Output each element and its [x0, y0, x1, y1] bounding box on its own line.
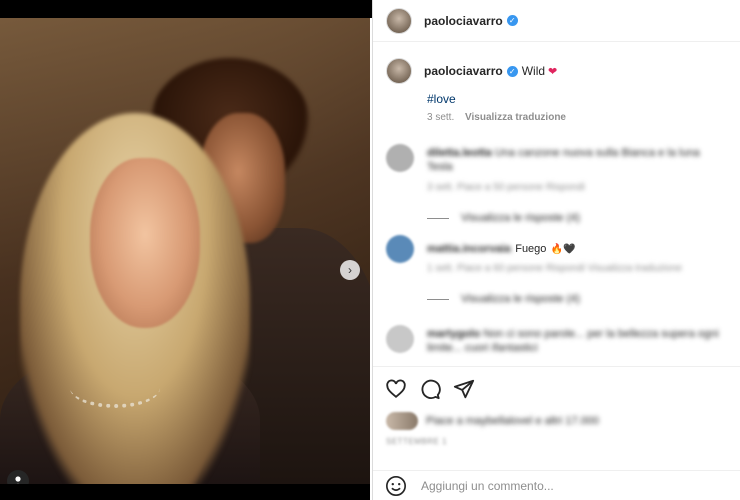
instagram-post-window: › paolociavarro ✓ paolociavarro ✓ Wild ❤…: [0, 0, 740, 500]
post-side-panel: paolociavarro ✓ paolociavarro ✓ Wild ❤ #…: [372, 0, 740, 500]
post-photo[interactable]: ›: [0, 18, 370, 484]
verified-badge-icon: ✓: [506, 65, 518, 77]
translate-link[interactable]: Visualizza traduzione: [465, 112, 566, 123]
user-icon: [15, 476, 21, 484]
avatar[interactable]: [386, 7, 412, 34]
post-actions: [373, 366, 740, 410]
heart-emoji-icon: ❤: [548, 65, 558, 78]
caption: paolociavarro ✓ Wild ❤: [386, 58, 731, 84]
comment-text: martygolo Non ci sono parole... per la b…: [427, 328, 719, 354]
caption-username[interactable]: paolociavarro: [424, 64, 503, 78]
avatar[interactable]: [386, 58, 412, 84]
comment-text: mattia.incorvaia Fuego 🔥🖤: [427, 243, 576, 255]
caption-meta: 3 sett. Visualizza traduzione: [427, 112, 566, 123]
comment-meta: 1 sett. Piace a 60 persone Rispondi Visu…: [427, 263, 682, 274]
comment-item: mattia.incorvaia Fuego 🔥🖤 1 sett. Piace …: [386, 235, 736, 315]
avatar[interactable]: [386, 144, 414, 172]
add-comment-bar: [373, 470, 740, 500]
carousel-next-button[interactable]: ›: [340, 260, 360, 280]
liked-by-avatars: [386, 412, 418, 430]
post-date: SETTEMBRE 1: [386, 437, 448, 446]
post-header: paolociavarro ✓: [373, 0, 740, 42]
header-username[interactable]: paolociavarro: [424, 14, 503, 28]
heart-icon[interactable]: [385, 378, 407, 400]
avatar[interactable]: [386, 235, 414, 263]
share-icon[interactable]: [453, 378, 475, 400]
view-replies-link[interactable]: Visualizza le risposte (4): [427, 212, 580, 224]
chevron-right-icon: ›: [348, 263, 352, 277]
likes-summary[interactable]: Piace a maybellalovel e altri 17.000: [386, 412, 599, 430]
verified-badge-icon: ✓: [506, 15, 518, 26]
post-time: 3 sett.: [427, 112, 455, 123]
comment-meta: 3 sett. Piace a 50 persone Rispondi: [427, 182, 585, 193]
bottom-black-bar: [0, 484, 370, 500]
comment-icon[interactable]: [419, 378, 441, 400]
comment-item: diletta.leotta Una canzone nuova sulla B…: [386, 138, 736, 224]
hashtag-link[interactable]: #love: [427, 92, 456, 106]
comments-list: diletta.leotta Una canzone nuova sulla B…: [386, 138, 736, 375]
comment-input[interactable]: [421, 478, 671, 493]
likes-text[interactable]: Piace a maybellalovel e altri 17.000: [426, 415, 599, 427]
view-replies-link[interactable]: Visualizza le risposte (4): [427, 293, 580, 305]
comment-text: diletta.leotta Una canzone nuova sulla B…: [427, 147, 700, 173]
emoji-icon[interactable]: [385, 475, 407, 497]
avatar[interactable]: [386, 325, 414, 353]
caption-text: Wild: [521, 64, 546, 78]
